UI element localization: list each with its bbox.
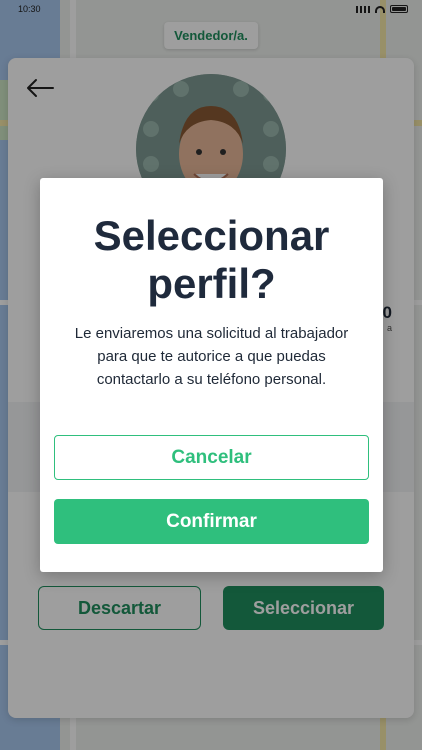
cancel-button[interactable]: Cancelar	[54, 435, 369, 480]
modal-title: Seleccionar perfil?	[93, 212, 330, 307]
confirm-modal: Seleccionar perfil? Le enviaremos una so…	[40, 178, 383, 572]
confirm-button[interactable]: Confirmar	[54, 499, 369, 544]
modal-message: Le enviaremos una solicitud al trabajado…	[74, 325, 349, 388]
